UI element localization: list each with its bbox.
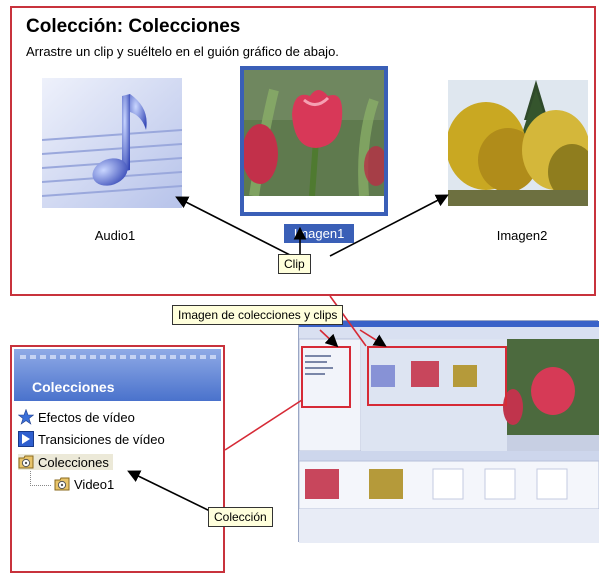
annotation-arrows [127, 194, 449, 513]
callout-images-and-clips: Imagen de colecciones y clips [172, 305, 344, 325]
callout-collection: Colección [208, 507, 273, 527]
callout-clip: Clip [278, 254, 311, 274]
